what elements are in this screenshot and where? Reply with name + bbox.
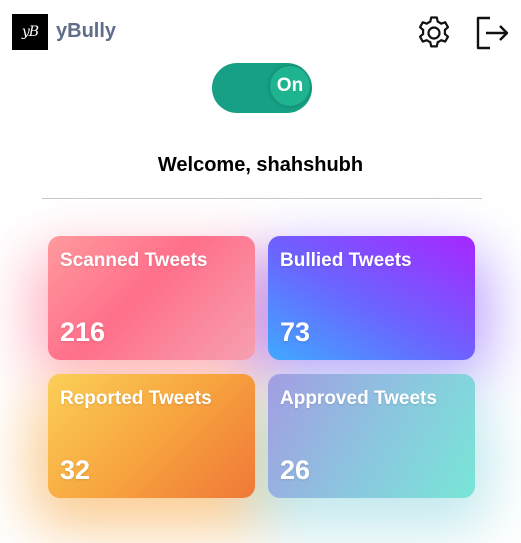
divider <box>42 198 482 199</box>
app-window: yB yBully On Welcome, shahshubh Scanned … <box>0 0 521 543</box>
card-label: Scanned Tweets <box>60 250 208 271</box>
settings-button[interactable] <box>415 14 453 52</box>
approved-tweets-card[interactable]: Approved Tweets 26 <box>268 374 475 498</box>
welcome-message: Welcome, shahshubh <box>157 154 364 176</box>
gear-icon <box>418 16 450 48</box>
scanned-tweets-card[interactable]: Scanned Tweets 216 <box>48 236 255 360</box>
bullied-tweets-card[interactable]: Bullied Tweets 73 <box>268 236 475 360</box>
toggle-label: On <box>276 75 304 96</box>
app-logo: yB <box>12 14 48 50</box>
reported-tweets-card[interactable]: Reported Tweets 32 <box>48 374 255 498</box>
header: yB yBully <box>12 14 511 50</box>
logo-text: yB <box>21 24 39 40</box>
logout-button[interactable] <box>473 14 511 52</box>
card-value: 26 <box>280 455 311 485</box>
logout-icon <box>476 16 509 50</box>
on-off-toggle[interactable]: On <box>212 63 312 113</box>
card-label: Bullied Tweets <box>280 250 412 271</box>
card-value: 216 <box>60 317 106 347</box>
card-value: 32 <box>60 455 91 485</box>
card-value: 73 <box>280 317 311 347</box>
card-label: Reported Tweets <box>60 388 212 409</box>
toggle-knob: On <box>270 66 310 106</box>
card-label: Approved Tweets <box>280 388 437 409</box>
app-title: yBully <box>56 20 117 42</box>
